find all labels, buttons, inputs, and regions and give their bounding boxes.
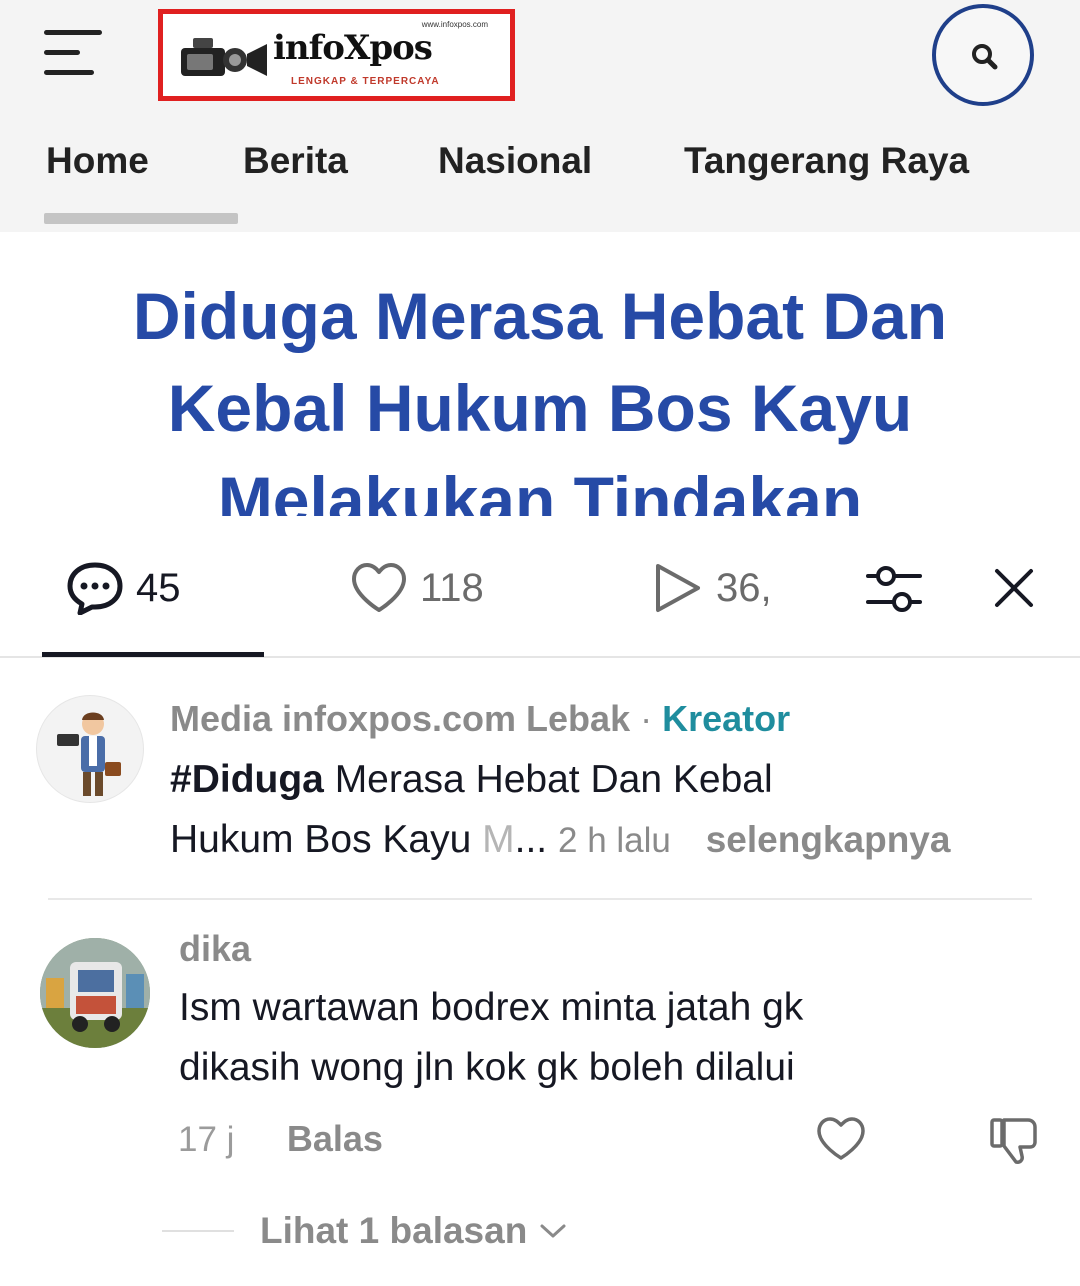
creator-avatar[interactable] — [36, 695, 144, 803]
comment-dislike-button[interactable] — [988, 1116, 1040, 1171]
comment-text-line2: dikasih wong jln kok gk boleh dilalui — [179, 1046, 795, 1089]
heart-outline-icon — [817, 1117, 865, 1160]
comment-text-line1: Ism wartawan bodrex minta jatah gk — [179, 986, 804, 1029]
nav-nasional[interactable]: Nasional — [438, 140, 592, 182]
headline-line-1: Diduga Merasa Hebat Dan — [132, 279, 948, 353]
creator-timestamp: 2 h lalu — [558, 821, 671, 860]
see-more-link[interactable]: selengkapnya — [706, 819, 951, 860]
tab-views[interactable]: 36, — [652, 560, 772, 616]
site-nav: Home Berita Nasional Tangerang Raya — [0, 140, 1080, 200]
logo-brand: infoXpos — [273, 28, 433, 68]
heart-outline-icon — [352, 563, 406, 612]
comment-divider — [48, 898, 1032, 900]
comment-count: 45 — [136, 565, 181, 610]
nav-home[interactable]: Home — [46, 140, 149, 182]
headline-line-2: Kebal Hukum Bos Kayu — [167, 371, 913, 445]
sheet-tabs: 45 118 36, — [0, 520, 1080, 658]
creator-author-line: Media infoxpos.com Lebak · Kreator — [170, 698, 790, 740]
commenter-name[interactable]: dika — [179, 928, 251, 969]
creator-ellipsis: ... — [514, 818, 548, 861]
article-headline: Diduga Merasa Hebat Dan Kebal Hukum Bos … — [0, 270, 1080, 516]
nav-active-indicator — [44, 213, 238, 224]
tab-likes[interactable]: 118 — [350, 560, 484, 616]
comment-text: Ism wartawan bodrex minta jatah gk dikas… — [179, 978, 1059, 1098]
thumbs-down-icon — [990, 1118, 1037, 1164]
search-icon — [972, 44, 998, 70]
hashtag-link[interactable]: #Diduga — [170, 758, 324, 801]
commenter-avatar[interactable] — [40, 938, 150, 1048]
nav-tangerang-raya[interactable]: Tangerang Raya — [684, 140, 969, 182]
creator-comment-text: #Diduga Merasa Hebat Dan Kebal Hukum Bos… — [170, 750, 1050, 871]
tab-comments[interactable]: 45 — [66, 560, 181, 616]
menu-icon[interactable] — [44, 28, 102, 80]
view-replies-label: Lihat 1 balasan — [260, 1210, 528, 1251]
reply-button[interactable]: Balas — [287, 1118, 383, 1159]
close-icon — [995, 569, 1033, 607]
author-separator: · — [640, 698, 653, 739]
site-logo[interactable]: www.infoxpos.com infoXpos LENGKAP & TERP… — [158, 9, 515, 101]
view-replies-button[interactable]: Lihat 1 balasan — [162, 1210, 567, 1252]
creator-text-line2: Hukum Bos Kayu — [170, 818, 483, 861]
close-button[interactable] — [994, 568, 1034, 613]
creator-text-fade: M — [482, 818, 515, 861]
filter-button[interactable] — [866, 564, 922, 619]
comment-sheet: 45 118 36, Media infoxpos.com Lebak · Kr… — [0, 520, 1080, 1286]
comment-timestamp: 17 j — [178, 1120, 235, 1159]
tab-active-indicator — [42, 652, 264, 657]
camera-logo-icon — [181, 38, 267, 76]
truck-photo-icon — [40, 938, 150, 1048]
comment-like-button[interactable] — [816, 1116, 866, 1167]
comment-actions: 17 j Balas — [178, 1118, 383, 1160]
creator-text-line1: Merasa Hebat Dan Kebal — [323, 758, 773, 801]
nav-berita[interactable]: Berita — [243, 140, 348, 182]
comment-bubble-icon — [67, 562, 123, 615]
logo-tagline: LENGKAP & TERPERCAYA — [291, 76, 440, 87]
play-triangle-icon — [656, 564, 700, 612]
commenter-author-line: dika — [179, 928, 251, 970]
creator-badge: Kreator — [662, 698, 791, 739]
chevron-down-icon — [540, 1224, 566, 1238]
like-count: 118 — [420, 565, 484, 610]
headline-line-3: Melakukan Tindakan — [217, 463, 863, 516]
replies-indent-line — [162, 1230, 234, 1232]
sliders-icon — [866, 566, 922, 612]
site-header: www.infoxpos.com infoXpos LENGKAP & TERP… — [0, 0, 1080, 232]
reporter-cartoon-icon — [57, 712, 121, 796]
view-count: 36, — [716, 565, 772, 610]
creator-author-name[interactable]: Media infoxpos.com Lebak — [170, 698, 630, 739]
search-button[interactable] — [932, 4, 1034, 106]
